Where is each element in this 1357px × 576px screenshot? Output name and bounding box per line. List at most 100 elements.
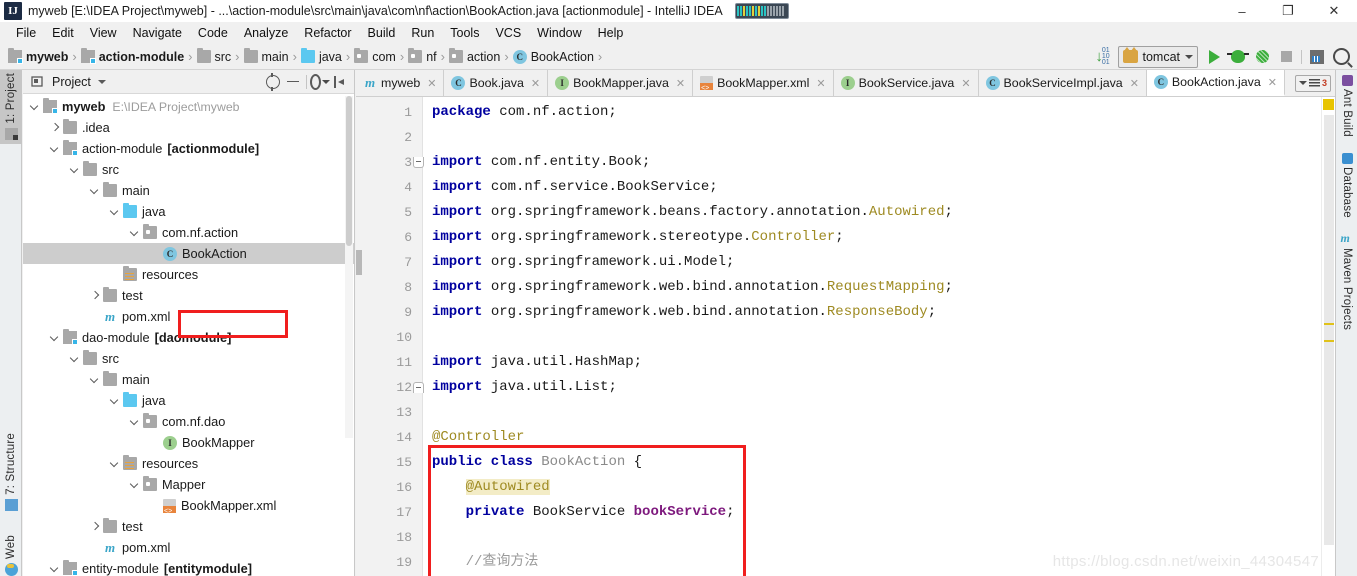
debug-button[interactable] bbox=[1226, 46, 1250, 68]
tab-list-button[interactable]: 3 bbox=[1294, 74, 1331, 92]
download-sources-icon[interactable]: ↓ 01 10 01 bbox=[1090, 46, 1114, 68]
sidebar-item-maven-projects[interactable]: m Maven Projects bbox=[1336, 230, 1357, 338]
menu-item-analyze[interactable]: Analyze bbox=[236, 24, 296, 42]
chevron-down-icon[interactable] bbox=[109, 206, 121, 218]
menu-item-vcs[interactable]: VCS bbox=[487, 24, 529, 42]
close-icon[interactable]: ✕ bbox=[961, 77, 970, 90]
locate-file-icon[interactable] bbox=[263, 72, 283, 92]
chevron-down-icon[interactable] bbox=[129, 479, 141, 491]
close-icon[interactable]: ✕ bbox=[816, 77, 825, 90]
stop-button[interactable] bbox=[1274, 46, 1298, 68]
tree-row[interactable]: dao-module [daomodule] bbox=[23, 327, 354, 348]
editor-tab-bookmapper-java[interactable]: I BookMapper.java ✕ bbox=[548, 70, 694, 96]
menu-item-edit[interactable]: Edit bbox=[44, 24, 82, 42]
chevron-down-icon[interactable] bbox=[29, 101, 41, 113]
chevron-down-icon[interactable] bbox=[97, 79, 106, 84]
sidebar-item-structure[interactable]: 7: Structure bbox=[0, 430, 22, 520]
tree-row[interactable]: resources bbox=[23, 453, 354, 474]
tree-row[interactable]: entity-module [entitymodule] bbox=[23, 558, 354, 576]
sidebar-item-database[interactable]: Database bbox=[1336, 150, 1357, 222]
editor-scrollbar[interactable] bbox=[1324, 115, 1334, 545]
tree-row[interactable]: Mapper bbox=[23, 474, 354, 495]
editor-tab-book-java[interactable]: C Book.java ✕ bbox=[444, 70, 549, 96]
warning-marker-icon[interactable] bbox=[1323, 99, 1334, 110]
tree-row[interactable]: test bbox=[23, 285, 354, 306]
close-icon[interactable]: ✕ bbox=[427, 77, 436, 90]
tree-row[interactable]: main bbox=[23, 369, 354, 390]
editor-tab-bookservice-java[interactable]: I BookService.java ✕ bbox=[833, 70, 979, 96]
run-button[interactable] bbox=[1202, 46, 1226, 68]
tree-row[interactable]: java bbox=[23, 201, 354, 222]
breadcrumb-item-main[interactable]: main bbox=[242, 48, 291, 64]
chevron-down-icon[interactable] bbox=[89, 185, 101, 197]
breadcrumb-item-bookaction[interactable]: C BookAction bbox=[511, 49, 596, 64]
editor-tab-myweb[interactable]: m myweb ✕ bbox=[356, 70, 445, 96]
tree-row[interactable]: .idea bbox=[23, 117, 354, 138]
menu-item-code[interactable]: Code bbox=[190, 24, 236, 42]
search-everywhere-button[interactable] bbox=[1329, 46, 1353, 68]
breadcrumb-item-myweb[interactable]: myweb bbox=[6, 48, 70, 64]
chevron-right-icon[interactable] bbox=[89, 290, 101, 302]
menu-item-build[interactable]: Build bbox=[360, 24, 404, 42]
chevron-down-icon[interactable] bbox=[129, 227, 141, 239]
close-icon[interactable]: ✕ bbox=[1268, 76, 1277, 89]
tree-row[interactable]: m pom.xml bbox=[23, 537, 354, 558]
maximize-button[interactable]: ❐ bbox=[1265, 0, 1311, 22]
chevron-down-icon[interactable] bbox=[109, 458, 121, 470]
tree-row[interactable]: java bbox=[23, 390, 354, 411]
editor-tab-bookserviceimpl-java[interactable]: C BookServiceImpl.java ✕ bbox=[978, 70, 1147, 96]
marker-stripe[interactable] bbox=[1324, 340, 1334, 342]
tree-row[interactable]: src bbox=[23, 348, 354, 369]
marker-bar[interactable] bbox=[1321, 97, 1335, 576]
code-area[interactable]: 1 2 3 4 5 6 7 8 9 10 11 12 13 14 15 16 17 18 19 package co… bbox=[356, 97, 1335, 576]
chevron-down-icon[interactable] bbox=[49, 332, 61, 344]
menu-item-window[interactable]: Window bbox=[529, 24, 589, 42]
close-button[interactable]: ✕ bbox=[1311, 0, 1357, 22]
chevron-down-icon[interactable] bbox=[129, 416, 141, 428]
menu-item-run[interactable]: Run bbox=[403, 24, 442, 42]
menu-item-refactor[interactable]: Refactor bbox=[296, 24, 359, 42]
menu-item-help[interactable]: Help bbox=[590, 24, 632, 42]
hide-panel-icon[interactable] bbox=[330, 72, 350, 92]
menu-item-tools[interactable]: Tools bbox=[442, 24, 487, 42]
tree-row[interactable]: com.nf.dao bbox=[23, 411, 354, 432]
chevron-down-icon[interactable] bbox=[69, 353, 81, 365]
tree-row[interactable]: BookMapper.xml bbox=[23, 495, 354, 516]
sidebar-item-ant-build[interactable]: Ant Build bbox=[1336, 72, 1357, 142]
tree-row[interactable]: myweb E:\IDEA Project\myweb bbox=[23, 96, 354, 117]
sidebar-item-web[interactable]: Web bbox=[0, 532, 22, 576]
close-icon[interactable]: ✕ bbox=[531, 77, 540, 90]
chevron-down-icon[interactable] bbox=[49, 563, 61, 575]
code-fold-close-icon[interactable] bbox=[413, 382, 424, 393]
close-icon[interactable]: ✕ bbox=[1130, 77, 1139, 90]
code-fold-open-icon[interactable] bbox=[413, 157, 424, 168]
tree-row[interactable]: m pom.xml bbox=[23, 306, 354, 327]
menu-item-file[interactable]: File bbox=[8, 24, 44, 42]
tree-row[interactable]: C BookAction bbox=[23, 243, 354, 264]
collapse-all-icon[interactable] bbox=[283, 72, 303, 92]
project-scrollbar[interactable] bbox=[345, 96, 353, 438]
tree-row[interactable]: I BookMapper bbox=[23, 432, 354, 453]
chevron-down-icon[interactable] bbox=[109, 395, 121, 407]
breadcrumb-item-nf[interactable]: nf bbox=[406, 48, 438, 64]
breadcrumb-item-action-module[interactable]: action-module bbox=[79, 48, 186, 64]
sidebar-item-project[interactable]: 1: Project bbox=[0, 70, 22, 144]
menu-item-view[interactable]: View bbox=[82, 24, 125, 42]
tree-row[interactable]: main bbox=[23, 180, 354, 201]
tree-row[interactable]: com.nf.action bbox=[23, 222, 354, 243]
run-coverage-button[interactable] bbox=[1250, 46, 1274, 68]
breadcrumb-item-com[interactable]: com bbox=[352, 48, 398, 64]
breadcrumb-item-java[interactable]: java bbox=[299, 48, 344, 64]
chevron-right-icon[interactable] bbox=[89, 521, 101, 533]
menu-item-navigate[interactable]: Navigate bbox=[125, 24, 190, 42]
editor-tab-bookaction-java[interactable]: C BookAction.java ✕ bbox=[1146, 70, 1285, 96]
chevron-down-icon[interactable] bbox=[49, 143, 61, 155]
layout-button[interactable] bbox=[1305, 46, 1329, 68]
code-content[interactable]: package com.nf.action; import com.nf.enti… bbox=[426, 97, 1335, 576]
editor-tab-bookmapper-xml[interactable]: BookMapper.xml ✕ bbox=[693, 70, 834, 96]
settings-gear-icon[interactable] bbox=[310, 72, 330, 92]
memory-indicator[interactable] bbox=[734, 3, 789, 19]
tree-row[interactable]: resources bbox=[23, 264, 354, 285]
breadcrumb-item-action[interactable]: action bbox=[447, 48, 502, 64]
breadcrumb-item-src[interactable]: src bbox=[195, 48, 234, 64]
